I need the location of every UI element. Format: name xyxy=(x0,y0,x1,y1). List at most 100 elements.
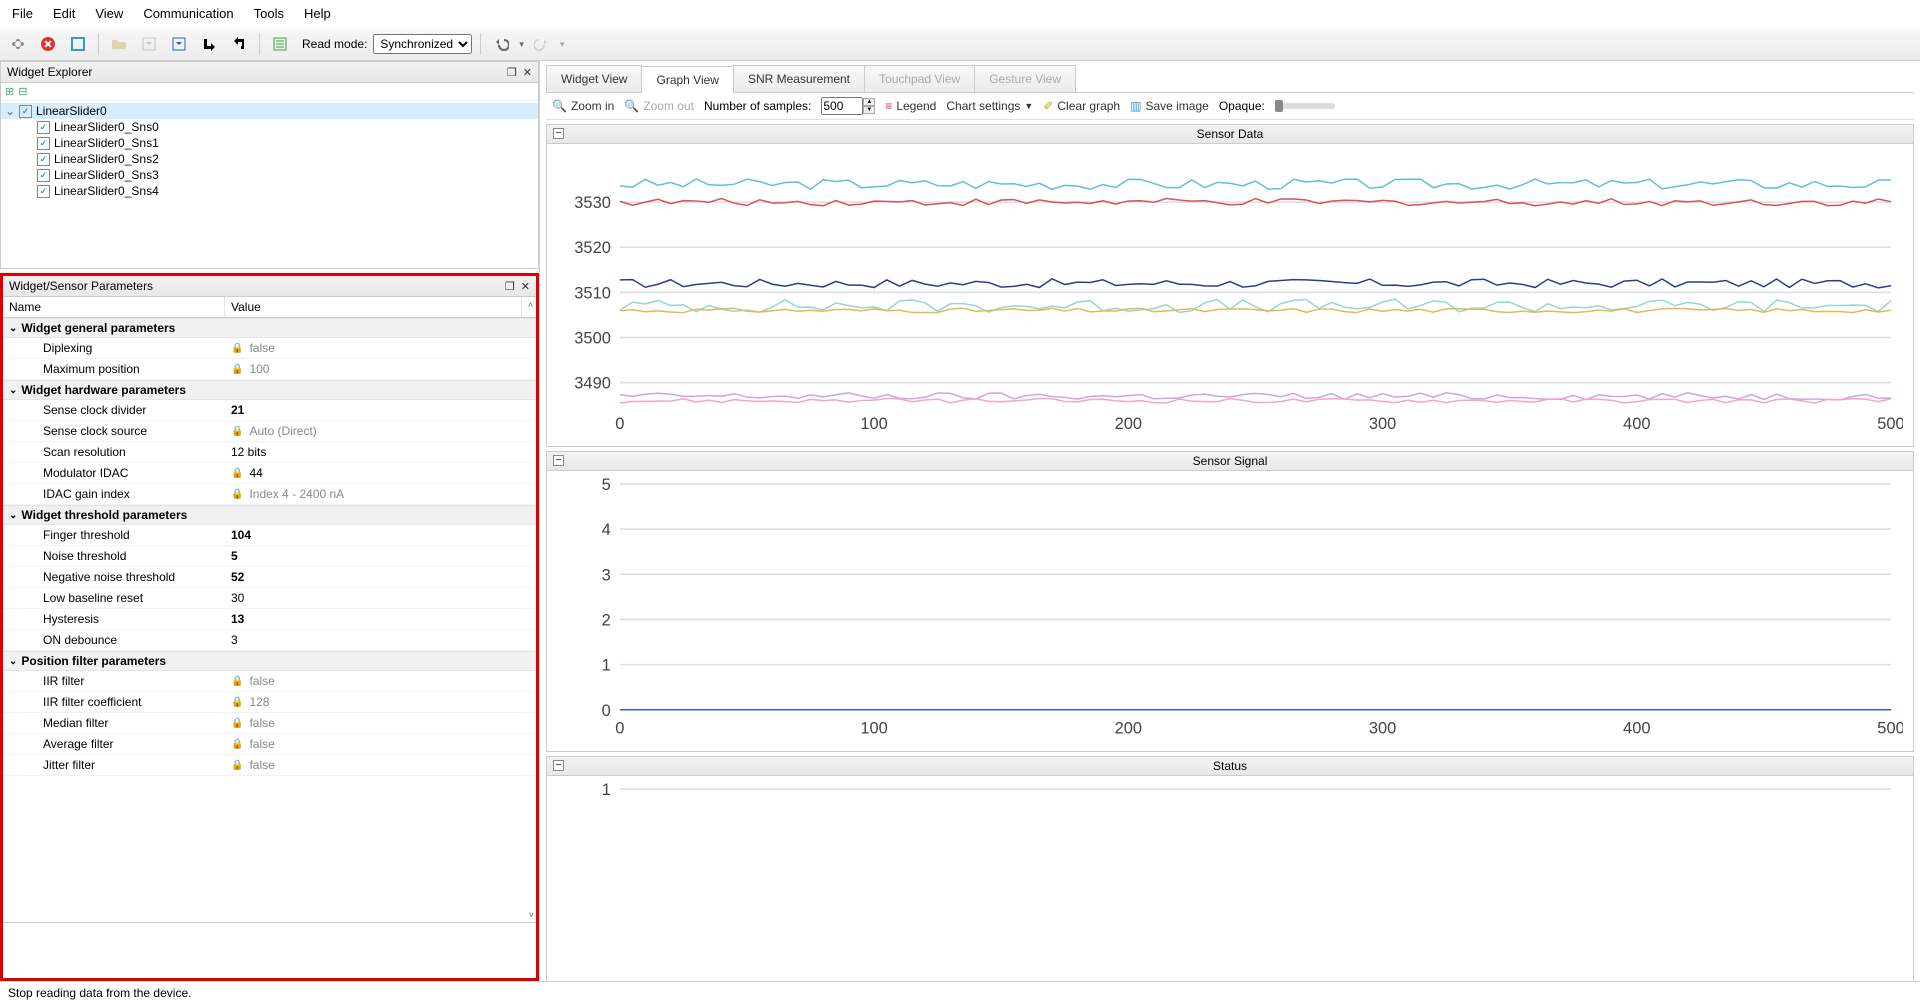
spin-up-icon[interactable]: ▲ xyxy=(863,98,875,106)
param-group[interactable]: ⌄Widget general parameters xyxy=(3,318,536,338)
param-value[interactable]: false xyxy=(225,339,536,357)
tree-sensor[interactable]: ✓LinearSlider0_Sns4 xyxy=(1,183,538,199)
tree-sensor[interactable]: ✓LinearSlider0_Sns1 xyxy=(1,135,538,151)
param-row[interactable]: Sense clock sourceAuto (Direct) xyxy=(3,421,536,442)
tree-sensor[interactable]: ✓LinearSlider0_Sns2 xyxy=(1,151,538,167)
param-row[interactable]: IIR filter coefficient128 xyxy=(3,692,536,713)
checkbox[interactable]: ✓ xyxy=(37,169,50,182)
tab-graph-view[interactable]: Graph View xyxy=(641,66,733,93)
open-button[interactable] xyxy=(107,32,131,56)
checkbox[interactable]: ✓ xyxy=(19,105,32,118)
redo-button[interactable] xyxy=(530,32,554,56)
menu-view[interactable]: View xyxy=(91,4,127,23)
menu-help[interactable]: Help xyxy=(300,4,335,23)
chart-settings-button[interactable]: Chart settings▼ xyxy=(946,99,1033,113)
tab-snr-measurement[interactable]: SNR Measurement xyxy=(733,65,865,92)
stop-button[interactable] xyxy=(36,32,60,56)
param-value[interactable]: 12 bits xyxy=(225,443,536,461)
param-group[interactable]: ⌄Position filter parameters xyxy=(3,651,536,671)
chart-canvas[interactable]: 349035003510352035300100200300400500 xyxy=(547,144,1913,446)
param-row[interactable]: Scan resolution12 bits xyxy=(3,442,536,463)
menu-edit[interactable]: Edit xyxy=(49,4,79,23)
num-samples-input[interactable]: ▲▼ xyxy=(821,97,875,115)
param-value[interactable]: false xyxy=(225,672,536,690)
checkbox[interactable]: ✓ xyxy=(37,137,50,150)
param-value[interactable]: 5 xyxy=(225,547,536,565)
tree-sensor[interactable]: ✓LinearSlider0_Sns3 xyxy=(1,167,538,183)
scroll-down-icon[interactable]: ˅ xyxy=(529,910,534,920)
param-row[interactable]: Maximum position100 xyxy=(3,359,536,380)
save-image-button[interactable]: ▥Save image xyxy=(1130,99,1209,113)
menu-file[interactable]: File xyxy=(8,4,37,23)
collapse-all-icon[interactable]: ⊟ xyxy=(18,85,27,98)
param-value[interactable]: 100 xyxy=(225,360,536,378)
import-button[interactable] xyxy=(197,32,221,56)
window-button[interactable] xyxy=(66,32,90,56)
param-value[interactable]: 52 xyxy=(225,568,536,586)
param-row[interactable]: IIR filterfalse xyxy=(3,671,536,692)
restore-icon[interactable]: ❐ xyxy=(505,280,515,293)
menu-communication[interactable]: Communication xyxy=(139,4,237,23)
scroll-up-icon[interactable]: ˄ xyxy=(522,297,536,317)
checkbox[interactable]: ✓ xyxy=(37,153,50,166)
chart-title-bar[interactable]: −Sensor Signal xyxy=(547,452,1913,471)
param-row[interactable]: Hysteresis13 xyxy=(3,609,536,630)
param-table[interactable]: ⌄Widget general parametersDiplexingfalse… xyxy=(3,318,536,922)
param-value[interactable]: 13 xyxy=(225,610,536,628)
menu-tools[interactable]: Tools xyxy=(250,4,288,23)
minus-icon[interactable]: − xyxy=(553,128,564,139)
caret-icon[interactable]: ⌄ xyxy=(9,656,17,667)
chart-canvas[interactable]: 010100200300400500 xyxy=(547,776,1913,981)
param-row[interactable]: Low baseline reset30 xyxy=(3,588,536,609)
num-samples-field[interactable] xyxy=(821,97,863,115)
chart-title-bar[interactable]: −Sensor Data xyxy=(547,125,1913,144)
log-button[interactable] xyxy=(268,32,292,56)
chart-title-bar[interactable]: −Status xyxy=(547,757,1913,776)
param-row[interactable]: IDAC gain indexIndex 4 - 2400 nA xyxy=(3,484,536,505)
tree-root[interactable]: ⌄ ✓ LinearSlider0 xyxy=(1,103,538,119)
param-group[interactable]: ⌄Widget threshold parameters xyxy=(3,505,536,525)
param-value[interactable]: 21 xyxy=(225,401,536,419)
param-row[interactable]: Noise threshold5 xyxy=(3,546,536,567)
tree-sensor[interactable]: ✓LinearSlider0_Sns0 xyxy=(1,119,538,135)
clear-graph-button[interactable]: ✐Clear graph xyxy=(1043,99,1120,113)
restore-icon[interactable]: ❐ xyxy=(507,66,517,79)
param-value[interactable]: 3 xyxy=(225,631,536,649)
close-icon[interactable]: ✕ xyxy=(523,66,532,79)
param-row[interactable]: Sense clock divider21 xyxy=(3,400,536,421)
param-row[interactable]: Average filterfalse xyxy=(3,734,536,755)
opaque-slider[interactable] xyxy=(1275,103,1335,109)
read-mode-select[interactable]: Synchronized xyxy=(373,34,472,54)
param-value[interactable]: false xyxy=(225,756,536,774)
param-value[interactable]: false xyxy=(225,714,536,732)
expand-all-icon[interactable]: ⊞ xyxy=(5,85,14,98)
zoom-in-button[interactable]: 🔍Zoom in xyxy=(552,99,614,113)
spin-down-icon[interactable]: ▼ xyxy=(863,106,875,114)
param-value[interactable]: 30 xyxy=(225,589,536,607)
caret-icon[interactable]: ⌄ xyxy=(9,510,17,521)
param-row[interactable]: Negative noise threshold52 xyxy=(3,567,536,588)
param-row[interactable]: Diplexingfalse xyxy=(3,338,536,359)
param-value[interactable]: Index 4 - 2400 nA xyxy=(225,485,536,503)
param-value[interactable]: false xyxy=(225,735,536,753)
upload-button[interactable] xyxy=(167,32,191,56)
caret-icon[interactable]: ⌄ xyxy=(9,323,17,334)
close-icon[interactable]: ✕ xyxy=(521,280,530,293)
param-row[interactable]: Median filterfalse xyxy=(3,713,536,734)
caret-icon[interactable]: ⌄ xyxy=(9,385,17,396)
param-row[interactable]: Finger threshold104 xyxy=(3,525,536,546)
checkbox[interactable]: ✓ xyxy=(37,121,50,134)
checkbox[interactable]: ✓ xyxy=(37,185,50,198)
export-button[interactable] xyxy=(227,32,251,56)
param-value[interactable]: 44 xyxy=(225,464,536,482)
caret-icon[interactable]: ⌄ xyxy=(5,104,15,118)
param-value[interactable]: 128 xyxy=(225,693,536,711)
zoom-out-button[interactable]: 🔍Zoom out xyxy=(624,99,694,113)
param-row[interactable]: Modulator IDAC44 xyxy=(3,463,536,484)
minus-icon[interactable]: − xyxy=(553,455,564,466)
tab-widget-view[interactable]: Widget View xyxy=(546,65,642,92)
param-value[interactable]: 104 xyxy=(225,526,536,544)
download-button[interactable] xyxy=(137,32,161,56)
widget-tree[interactable]: ⌄ ✓ LinearSlider0 ✓LinearSlider0_Sns0✓Li… xyxy=(1,101,538,201)
param-row[interactable]: ON debounce3 xyxy=(3,630,536,651)
